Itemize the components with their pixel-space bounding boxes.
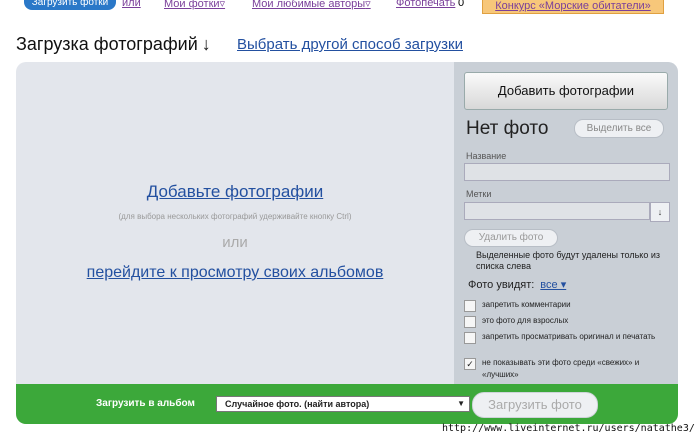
name-field[interactable] xyxy=(464,163,670,181)
multi-select-hint: (для выбора нескольких фотографий удержи… xyxy=(118,212,352,221)
photo-drop-area[interactable]: Добавьте фотографии (для выбора нескольк… xyxy=(16,62,454,384)
dropdown-icon: ▿ xyxy=(219,0,226,10)
upload-bottom-bar: Загрузить в альбом Случайное фото. (найт… xyxy=(16,384,678,424)
album-select[interactable]: Случайное фото. (найти автора) ▼ xyxy=(216,396,470,412)
contest-banner-link[interactable]: Конкурс «Морские обитатели» xyxy=(482,0,664,14)
upload-photos-tab[interactable]: Загрузить фотки xyxy=(24,0,116,10)
caret-down-icon: ▼ xyxy=(457,399,465,408)
option-label: это фото для взрослых xyxy=(482,316,569,325)
checkmark-icon: ✓ xyxy=(466,359,474,369)
adult-content-checkbox[interactable] xyxy=(464,316,476,328)
no-photo-heading: Нет фото xyxy=(466,118,549,139)
visibility-row: Фото увидят: все ▾ xyxy=(468,278,566,291)
hide-from-fresh-best-checkbox[interactable]: ✓ xyxy=(464,358,476,370)
or-separator: или xyxy=(222,234,248,251)
arrow-down-icon: ↓ xyxy=(201,34,211,54)
name-label: Название xyxy=(466,151,507,161)
view-albums-link[interactable]: перейдите к просмотру своих альбомов xyxy=(16,264,454,282)
delete-photo-button[interactable]: Удалить фото xyxy=(464,229,558,247)
source-url: http://www.liveinternet.ru/users/natathe… xyxy=(442,423,695,434)
upload-photo-button[interactable]: Загрузить фото xyxy=(472,392,598,418)
upload-to-album-label: Загрузить в альбом xyxy=(96,398,195,409)
add-photos-link[interactable]: Добавьте фотографии xyxy=(16,182,454,202)
my-photos-link[interactable]: Мои фотки▿ xyxy=(164,0,225,10)
top-navigation: Загрузить фотки или Мои фотки▿ Мои любим… xyxy=(0,0,700,16)
photo-settings-sidebar: Добавить фотографии Нет фото Выделить вс… xyxy=(454,62,678,384)
page-title: Загрузка фотографий ↓ xyxy=(16,34,211,54)
arrow-down-icon: ↓ xyxy=(657,207,663,217)
delete-note: Выделенные фото будут удалены только из … xyxy=(476,250,660,271)
tags-field[interactable] xyxy=(464,202,650,220)
add-photos-button[interactable]: Добавить фотографии xyxy=(464,72,668,110)
disable-comments-checkbox[interactable] xyxy=(464,300,476,312)
alternate-upload-method-link[interactable]: Выбрать другой способ загрузки xyxy=(237,36,463,53)
dropdown-icon: ▿ xyxy=(365,0,371,10)
photo-print-count: 0 xyxy=(458,0,465,9)
option-label: не показывать эти фото среди «свежих» и … xyxy=(482,358,640,379)
disable-original-view-checkbox[interactable] xyxy=(464,332,476,344)
select-all-button[interactable]: Выделить все xyxy=(574,119,664,138)
visibility-select[interactable]: все ▾ xyxy=(540,279,566,291)
or-link[interactable]: или xyxy=(122,0,141,9)
option-label: запретить комментарии xyxy=(482,300,571,309)
option-label: запретить просматривать оригинал и печат… xyxy=(482,332,656,341)
favorite-authors-link[interactable]: Мои любимые авторы▿ xyxy=(252,0,371,10)
upload-panel: Добавьте фотографии (для выбора нескольк… xyxy=(16,62,678,424)
visibility-label: Фото увидят: xyxy=(468,279,535,291)
tags-dropdown-button[interactable]: ↓ xyxy=(650,202,670,222)
tags-label: Метки xyxy=(466,189,492,199)
photo-print-link[interactable]: Фотопечать xyxy=(396,0,455,9)
